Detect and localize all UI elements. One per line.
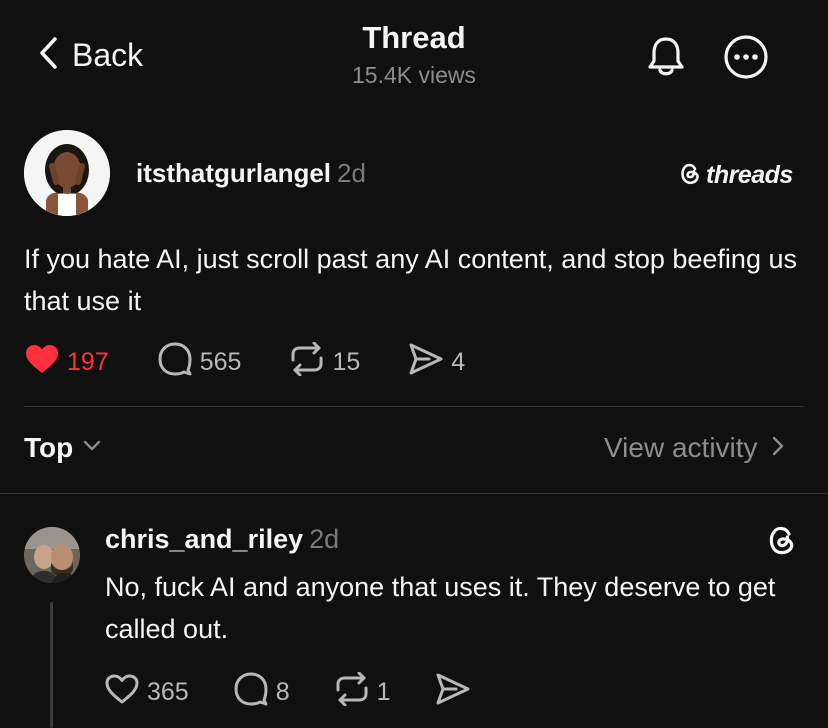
more-icon: [723, 35, 769, 84]
view-count: 15.4K views: [351, 62, 476, 88]
repost-button[interactable]: 15: [289, 341, 361, 383]
comment-icon: [233, 672, 269, 713]
reply-reply-count: 8: [275, 678, 290, 706]
reply-reply-button[interactable]: 8: [233, 672, 290, 713]
threads-brand: threads: [678, 160, 793, 191]
sort-label: Top: [24, 432, 74, 463]
sort-dropdown[interactable]: Top: [24, 432, 101, 464]
view-activity-label: View activity: [604, 432, 758, 463]
reply-actions: 365 8 1: [104, 671, 515, 713]
post-timestamp: 2d: [337, 158, 366, 188]
post-username[interactable]: itsthatgurlangel: [136, 158, 331, 188]
post-text: If you hate AI, just scroll past any AI …: [24, 244, 797, 316]
threads-wordmark: threads: [706, 161, 793, 189]
view-activity-link[interactable]: View activity: [604, 432, 784, 464]
reply-like-count: 365: [147, 678, 189, 706]
more-options-button[interactable]: [723, 34, 769, 85]
divider: [24, 406, 804, 407]
like-count: 197: [67, 348, 109, 376]
reply-avatar[interactable]: [24, 527, 80, 583]
reply-repost-button[interactable]: 1: [334, 671, 391, 713]
share-button[interactable]: 4: [408, 342, 465, 383]
heart-icon: [104, 673, 140, 712]
repost-icon: [289, 341, 325, 383]
send-icon: [408, 342, 444, 383]
repost-count: 15: [332, 348, 361, 376]
threads-logo-icon: [678, 160, 702, 191]
reply-button[interactable]: 565: [157, 342, 242, 383]
reply-count: 565: [199, 348, 242, 376]
chevron-right-icon: [772, 436, 784, 461]
thread-connector-line: [50, 602, 53, 728]
reply-share-button[interactable]: [435, 672, 471, 713]
share-count: 4: [451, 348, 466, 376]
avatar[interactable]: [24, 130, 110, 216]
reply-timestamp: 2d: [309, 524, 340, 554]
post-author[interactable]: itsthatgurlangel 2d: [136, 158, 366, 189]
post-actions: 197 565 15 4: [24, 341, 513, 383]
like-button[interactable]: 197: [24, 343, 109, 382]
chevron-down-icon: [83, 439, 101, 457]
reply-username[interactable]: chris_and_riley: [105, 524, 303, 554]
heart-filled-icon: [24, 343, 60, 382]
threads-icon: [766, 523, 798, 562]
page-title: Thread: [362, 20, 466, 55]
bell-icon: [644, 37, 688, 82]
divider: [0, 493, 828, 494]
send-icon: [435, 672, 471, 713]
notifications-button[interactable]: [644, 34, 688, 83]
comment-icon: [157, 342, 193, 383]
repost-icon: [334, 671, 370, 713]
reply-like-button[interactable]: 365: [104, 673, 189, 712]
reply-repost-count: 1: [376, 678, 391, 706]
reply-author[interactable]: chris_and_riley 2d: [105, 524, 339, 555]
reply-text: No, fuck AI and anyone that uses it. The…: [105, 572, 776, 644]
